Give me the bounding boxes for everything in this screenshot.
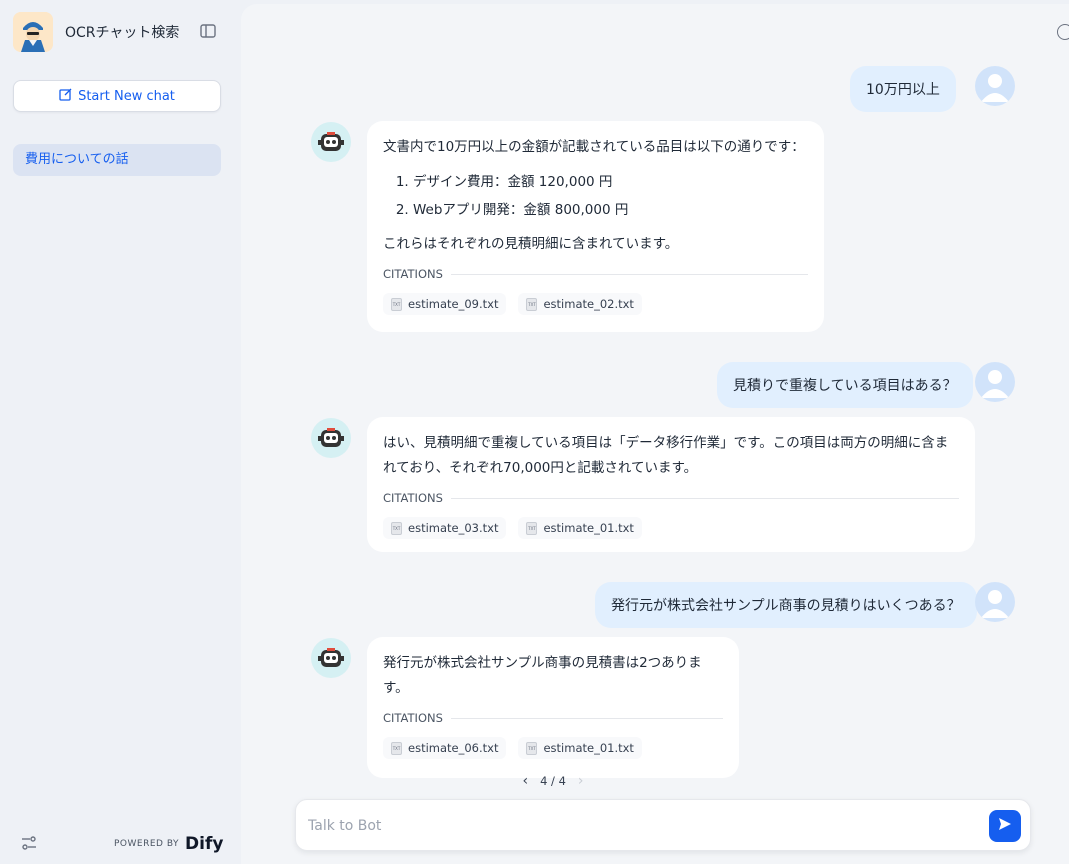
pagination-label: 4 / 4 — [540, 774, 566, 788]
citation-list: TXT estimate_03.txt TXT estimate_01.txt — [383, 517, 959, 539]
citations-header: CITATIONS — [383, 267, 808, 281]
citation-chip[interactable]: TXT estimate_09.txt — [383, 293, 507, 315]
bot-avatar — [311, 418, 351, 458]
txt-file-icon: TXT — [526, 297, 538, 311]
citation-filename: estimate_01.txt — [543, 741, 634, 755]
edit-icon — [59, 88, 72, 105]
sidebar-toggle-icon[interactable] — [199, 22, 219, 42]
list-item: Webアプリ開発：金額 800,000 円 — [413, 196, 808, 224]
chat-input-box — [295, 799, 1031, 851]
bot-message: 発行元が株式会社サンプル商事の見積書は2つあります。 CITATIONS TXT… — [367, 637, 739, 789]
citation-filename: estimate_02.txt — [543, 297, 634, 311]
send-icon — [997, 816, 1013, 836]
chat-input[interactable] — [308, 814, 968, 838]
citations-label: CITATIONS — [383, 267, 443, 281]
citation-list: TXT estimate_09.txt TXT estimate_02.txt — [383, 293, 808, 315]
response-pagination: ‹ 4 / 4 › — [383, 773, 723, 789]
chat-panel: 10万円以上 文書内で10万円以上の金額が記載されている品目は以下の通りです： … — [241, 4, 1069, 864]
txt-file-icon: TXT — [526, 521, 538, 535]
user-message: 発行元が株式会社サンプル商事の見積りはいくつある？ — [595, 582, 977, 628]
app-title: OCRチャット検索 — [65, 25, 180, 41]
app-logo — [13, 12, 53, 52]
sidebar: OCRチャット検索 Start New chat 費用についての話 POWERE… — [0, 0, 240, 864]
bot-avatar — [311, 122, 351, 162]
user-avatar — [975, 66, 1015, 106]
powered-by-label: POWERED BY — [114, 839, 180, 849]
citations-header: CITATIONS — [383, 711, 723, 725]
citation-filename: estimate_06.txt — [408, 741, 499, 755]
citation-chip[interactable]: TXT estimate_01.txt — [518, 517, 642, 539]
citation-filename: estimate_03.txt — [408, 521, 499, 535]
user-avatar — [975, 362, 1015, 402]
citations-header: CITATIONS — [383, 491, 959, 505]
divider — [450, 497, 959, 499]
user-message-text: 見積りで重複している項目はある？ — [733, 378, 957, 394]
bot-message-text: 発行元が株式会社サンプル商事の見積書は2つあります。 — [383, 655, 702, 696]
citation-chip[interactable]: TXT estimate_06.txt — [383, 737, 507, 759]
citation-chip[interactable]: TXT estimate_01.txt — [518, 737, 642, 759]
powered-by: POWERED BY Dify — [114, 834, 223, 854]
citation-list: TXT estimate_06.txt TXT estimate_01.txt — [383, 737, 723, 759]
info-icon[interactable] — [1057, 24, 1069, 40]
conversation-item[interactable]: 費用についての話 — [13, 144, 221, 176]
citations-label: CITATIONS — [383, 711, 443, 725]
bot-message-text: これらはそれぞれの見積明細に含まれています。 — [383, 236, 679, 252]
bot-message: はい、見積明細で重複している項目は「データ移行作業」です。この項目は両方の明細に… — [367, 417, 975, 552]
txt-file-icon: TXT — [391, 297, 402, 311]
bot-message-list: デザイン費用：金額 120,000 円 Webアプリ開発：金額 800,000 … — [383, 168, 808, 224]
txt-file-icon: TXT — [526, 741, 538, 755]
txt-file-icon: TXT — [391, 741, 402, 755]
citation-filename: estimate_01.txt — [543, 521, 634, 535]
chevron-left-icon[interactable]: ‹ — [522, 773, 528, 789]
citation-filename: estimate_09.txt — [408, 297, 499, 311]
bot-message-text: 文書内で10万円以上の金額が記載されている品目は以下の通りです： — [383, 139, 805, 155]
start-new-chat-label: Start New chat — [78, 88, 175, 104]
send-button[interactable] — [989, 810, 1021, 842]
citation-chip[interactable]: TXT estimate_03.txt — [383, 517, 507, 539]
citations-label: CITATIONS — [383, 491, 443, 505]
txt-file-icon: TXT — [391, 521, 402, 535]
dify-logo: Dify — [185, 834, 224, 854]
divider — [450, 717, 723, 719]
divider — [450, 273, 808, 275]
bot-message-text: はい、見積明細で重複している項目は「データ移行作業」です。この項目は両方の明細に… — [383, 435, 949, 476]
bot-avatar — [311, 638, 351, 678]
user-message-text: 発行元が株式会社サンプル商事の見積りはいくつある？ — [611, 598, 961, 614]
user-message: 10万円以上 — [850, 66, 956, 112]
start-new-chat-button[interactable]: Start New chat — [13, 80, 221, 112]
chevron-right-icon[interactable]: › — [578, 773, 584, 789]
list-item: デザイン費用：金額 120,000 円 — [413, 168, 808, 196]
user-avatar — [975, 582, 1015, 622]
settings-icon[interactable] — [20, 834, 38, 852]
bot-message: 文書内で10万円以上の金額が記載されている品目は以下の通りです： デザイン費用：… — [367, 121, 824, 332]
user-message: 見積りで重複している項目はある？ — [717, 362, 973, 408]
user-message-text: 10万円以上 — [866, 82, 940, 98]
citation-chip[interactable]: TXT estimate_02.txt — [518, 293, 642, 315]
